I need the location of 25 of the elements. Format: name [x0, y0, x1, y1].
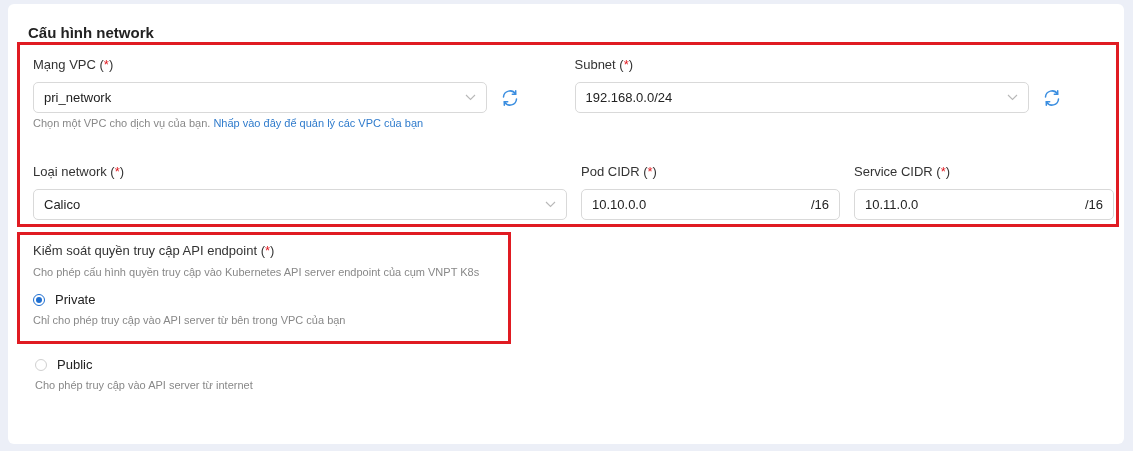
manage-vpc-link[interactable]: Nhấp vào đây để quản lý các VPC của bạn	[213, 117, 424, 129]
field-label: Mạng VPC (*)	[33, 57, 115, 73]
chevron-down-icon	[465, 94, 476, 101]
field-label: Service CIDR (*)	[854, 164, 952, 180]
chevron-down-icon	[1006, 94, 1018, 101]
option-label: Private	[55, 292, 96, 307]
option-description: Chỉ cho phép truy cập vào API server từ bên trong VPC của bạn	[33, 313, 347, 327]
field-label: Pod CIDR (*)	[581, 164, 658, 180]
select-field[interactable]: Calico	[33, 189, 567, 220]
refresh-icon[interactable]	[501, 88, 519, 107]
option-label: Public	[57, 357, 93, 372]
radio-button[interactable]	[33, 293, 45, 306]
chevron-down-icon	[545, 201, 556, 208]
field-label: Loại network (*)	[33, 164, 126, 180]
refresh-icon[interactable]	[1042, 88, 1061, 107]
field-hint: Chọn một VPC cho dịch vụ của bạn. Nhấp vào đây để quản lý các VPC của bạn	[33, 116, 425, 130]
input-field[interactable]: 10.10.0.0 /16	[581, 189, 840, 220]
select-field[interactable]: 192.168.0.0/24	[574, 82, 1029, 113]
option-description: Cho phép truy cập vào API server từ internet	[35, 378, 254, 392]
section-label: Kiểm soát quyền truy cập API endpoint (*)	[33, 243, 276, 259]
field-label: Subnet (*)	[574, 57, 635, 73]
section-description: Cho phép cấu hình quyền truy cập vào Kubernetes API server endpoint của cụm VNPT K8s	[33, 265, 481, 279]
section-title: Cấu hình network	[28, 24, 155, 42]
select-field[interactable]: pri_network	[33, 82, 487, 113]
input-field[interactable]: 10.11.0.0 /16	[854, 189, 1114, 220]
